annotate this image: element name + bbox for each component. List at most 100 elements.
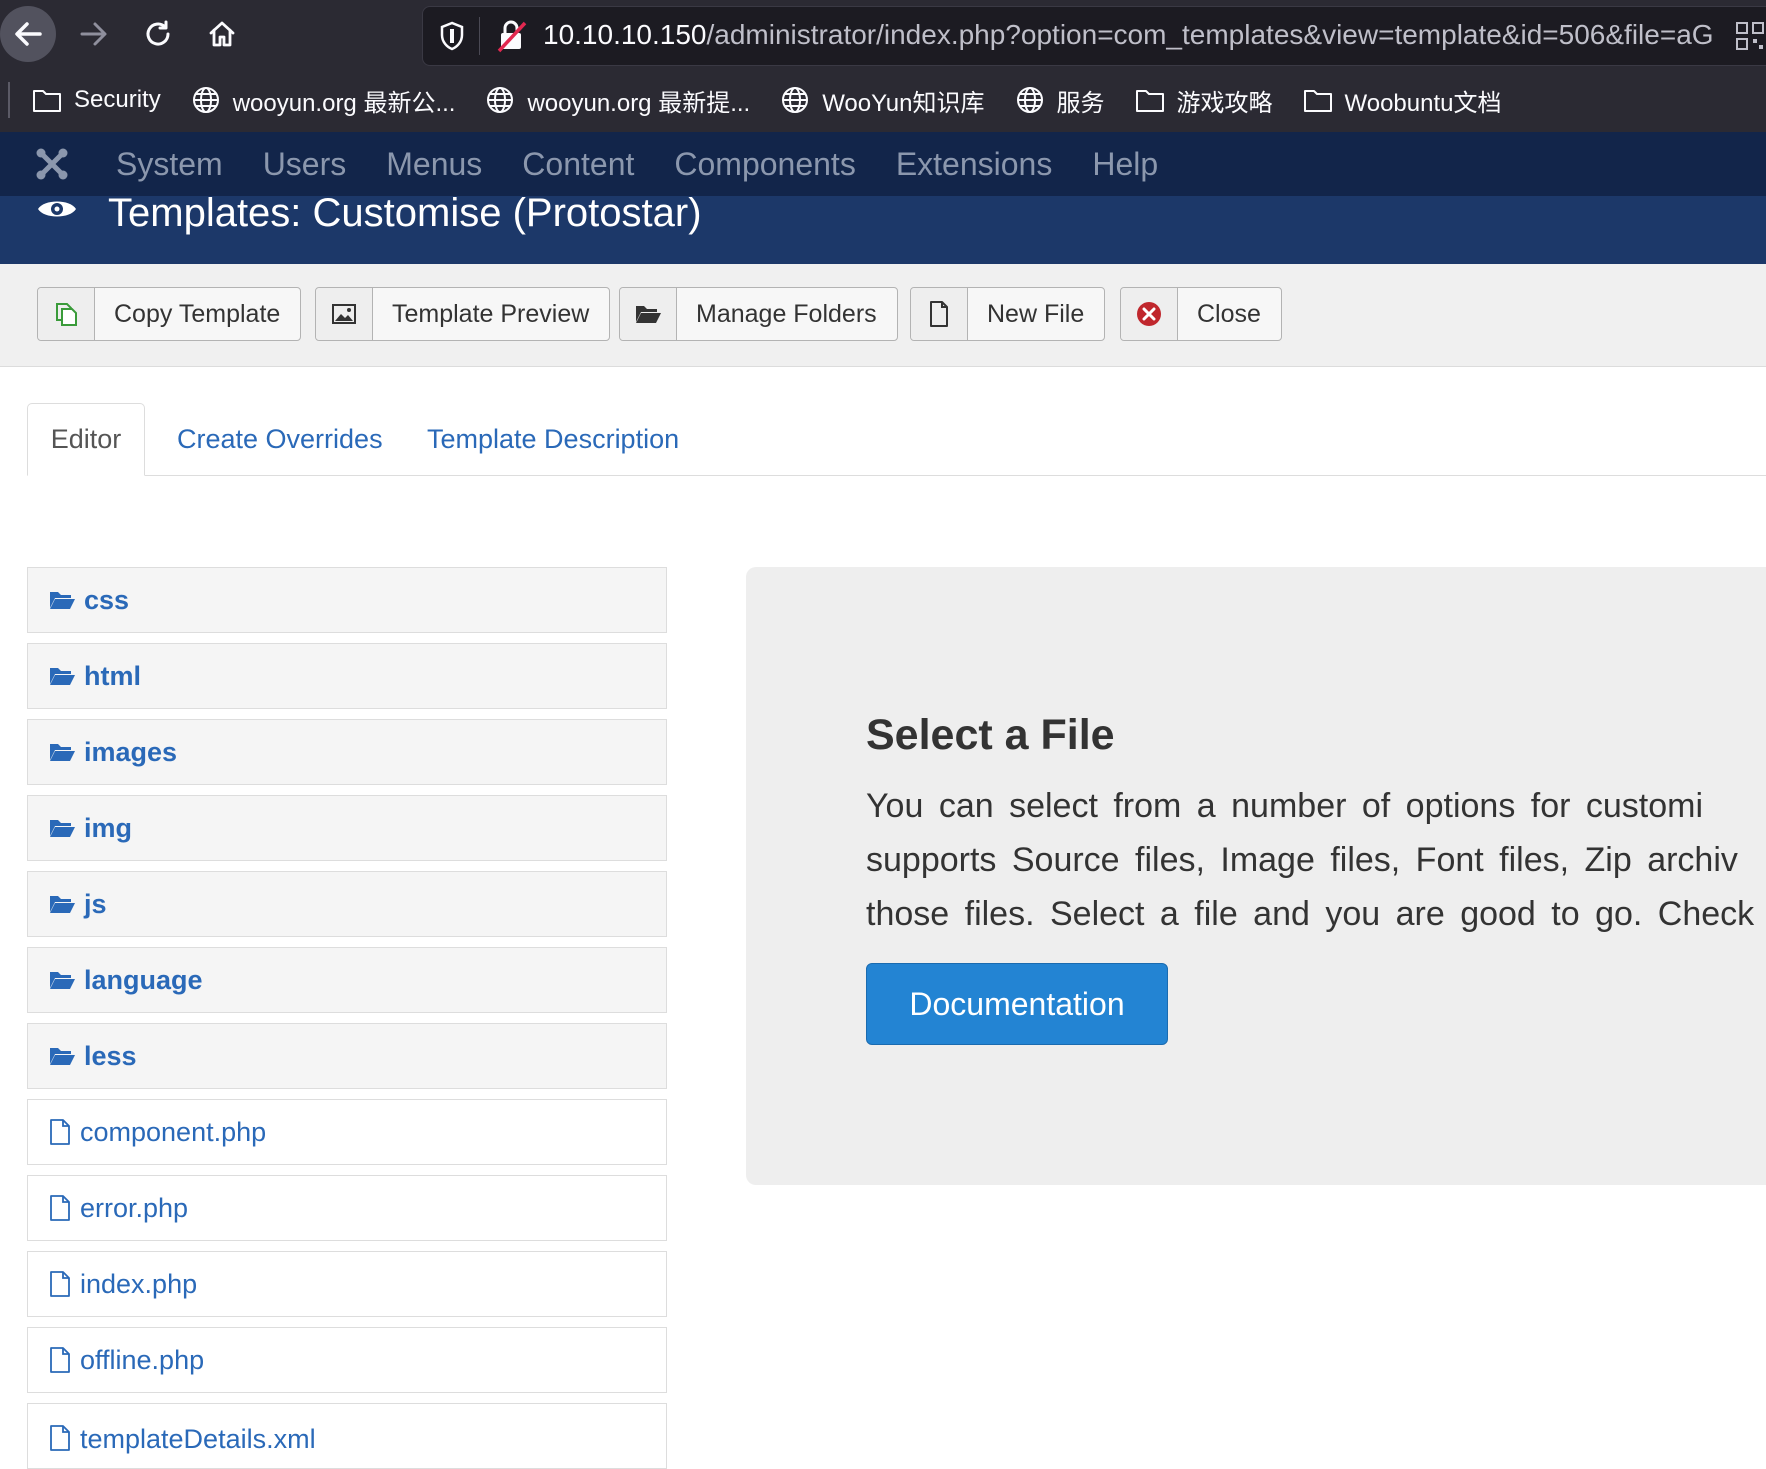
bookmark-security[interactable]: Security: [32, 86, 161, 114]
folder-img[interactable]: img: [27, 795, 667, 861]
folder-open-icon: [48, 665, 76, 687]
panel-text-line: those files. Select a file and you are g…: [866, 895, 1766, 933]
forward-arrow-icon: [80, 22, 107, 46]
bookmark-label: 服务: [1056, 89, 1105, 117]
documentation-button[interactable]: Documentation: [866, 963, 1168, 1045]
home-button[interactable]: [194, 6, 250, 62]
bookmarks-divider: [8, 82, 10, 118]
folder-icon: [1135, 87, 1165, 113]
folder-label: language: [84, 964, 203, 995]
folder-label: css: [84, 584, 130, 615]
admin-menu-bar: System Users Menus Content Components Ex…: [0, 132, 1766, 196]
folder-label: js: [84, 888, 107, 919]
file-label: index.php: [80, 1268, 198, 1299]
menu-system[interactable]: System: [116, 146, 223, 183]
file-icon: [48, 1424, 72, 1452]
bookmark-wooyun-knowledge[interactable]: WooYun知识库: [780, 83, 985, 118]
folder-icon: [1303, 87, 1333, 113]
reload-icon: [146, 20, 170, 46]
folder-css[interactable]: css: [27, 567, 667, 633]
file-icon: [911, 288, 968, 340]
close-label: Close: [1197, 299, 1261, 328]
bookmarks-bar: Security wooyun.org 最新公... wooyun.org 最新…: [0, 68, 1766, 132]
file-icon: [48, 1346, 72, 1374]
panel-title: Select a File: [866, 711, 1115, 759]
file-icon: [48, 1270, 72, 1298]
menu-content[interactable]: Content: [522, 146, 634, 183]
bookmark-woobuntu-docs[interactable]: Woobuntu文档: [1303, 83, 1501, 118]
action-toolbar: Copy Template Template Preview Manage Fo…: [0, 264, 1766, 367]
url-path: /administrator/index.php?option=com_temp…: [706, 19, 1714, 50]
folder-open-icon: [48, 1045, 76, 1067]
new-file-label: New File: [987, 299, 1085, 328]
joomla-logo-icon[interactable]: [34, 146, 70, 182]
tab-bar: Editor Create Overrides Template Descrip…: [27, 403, 1766, 476]
globe-icon: [1015, 85, 1045, 115]
globe-icon: [191, 85, 221, 115]
folder-images[interactable]: images: [27, 719, 667, 785]
panel-text-line: You can select from a number of options …: [866, 787, 1704, 825]
file-icon: [48, 1118, 72, 1146]
folder-open-icon: [48, 741, 76, 763]
folder-html[interactable]: html: [27, 643, 667, 709]
folder-open-icon: [620, 288, 677, 340]
folder-label: less: [84, 1040, 137, 1071]
close-circle-icon: [1121, 288, 1178, 340]
file-label: error.php: [80, 1192, 189, 1223]
url-text[interactable]: 10.10.10.150/administrator/index.php?opt…: [543, 19, 1714, 51]
bookmark-wooyun-news[interactable]: wooyun.org 最新公...: [191, 83, 456, 118]
eye-icon: [36, 196, 78, 231]
file-index-php[interactable]: index.php: [27, 1251, 667, 1317]
manage-folders-label: Manage Folders: [696, 299, 877, 328]
file-templatedetails-xml[interactable]: templateDetails.xml: [27, 1403, 667, 1469]
new-file-button[interactable]: New File: [910, 287, 1106, 341]
file-component-php[interactable]: component.php: [27, 1099, 667, 1165]
copy-template-button[interactable]: Copy Template: [37, 287, 302, 341]
folder-open-icon: [48, 589, 76, 611]
file-error-php[interactable]: error.php: [27, 1175, 667, 1241]
bookmark-services[interactable]: 服务: [1015, 83, 1105, 118]
home-icon: [209, 21, 235, 47]
folder-label: img: [84, 812, 133, 843]
bookmark-label: WooYun知识库: [822, 89, 985, 117]
folder-icon: [32, 87, 62, 113]
url-host: 10.10.10.150: [543, 19, 707, 50]
bookmark-label: wooyun.org 最新公...: [232, 89, 456, 117]
folder-open-icon: [48, 893, 76, 915]
globe-icon: [780, 85, 810, 115]
forward-button[interactable]: [66, 6, 122, 62]
menu-extensions[interactable]: Extensions: [896, 146, 1053, 183]
qr-code-icon[interactable]: [1735, 21, 1765, 56]
tab-create-overrides[interactable]: Create Overrides: [177, 403, 383, 475]
file-icon: [48, 1194, 72, 1222]
template-preview-label: Template Preview: [392, 299, 590, 328]
tracking-shield-icon[interactable]: [439, 21, 465, 56]
menu-help[interactable]: Help: [1092, 146, 1158, 183]
folder-less[interactable]: less: [27, 1023, 667, 1089]
page-title: Templates: Customise (Protostar): [108, 191, 702, 235]
folder-open-icon: [48, 817, 76, 839]
menu-menus[interactable]: Menus: [386, 146, 482, 183]
back-button[interactable]: [0, 6, 56, 62]
folder-language[interactable]: language: [27, 947, 667, 1013]
menu-users[interactable]: Users: [263, 146, 347, 183]
copy-template-label: Copy Template: [114, 299, 281, 328]
folder-js[interactable]: js: [27, 871, 667, 937]
insecure-lock-icon[interactable]: [495, 19, 527, 58]
close-button[interactable]: Close: [1120, 287, 1282, 341]
template-preview-button[interactable]: Template Preview: [315, 287, 611, 341]
tab-template-description[interactable]: Template Description: [427, 403, 679, 475]
menu-components[interactable]: Components: [674, 146, 855, 183]
file-offline-php[interactable]: offline.php: [27, 1327, 667, 1393]
bookmark-game-guides[interactable]: 游戏攻略: [1135, 83, 1273, 118]
page-header: Templates: Customise (Protostar): [0, 191, 1766, 265]
reload-button[interactable]: [130, 6, 186, 62]
bookmark-wooyun-submit[interactable]: wooyun.org 最新提...: [485, 83, 750, 118]
manage-folders-button[interactable]: Manage Folders: [619, 287, 898, 341]
urlbar-separator: [479, 17, 480, 55]
copy-icon: [38, 288, 95, 340]
browser-toolbar: 10.10.10.150/administrator/index.php?opt…: [0, 0, 1766, 68]
folder-open-icon: [48, 969, 76, 991]
address-bar[interactable]: 10.10.10.150/administrator/index.php?opt…: [422, 6, 1766, 66]
tab-editor[interactable]: Editor: [27, 403, 145, 476]
